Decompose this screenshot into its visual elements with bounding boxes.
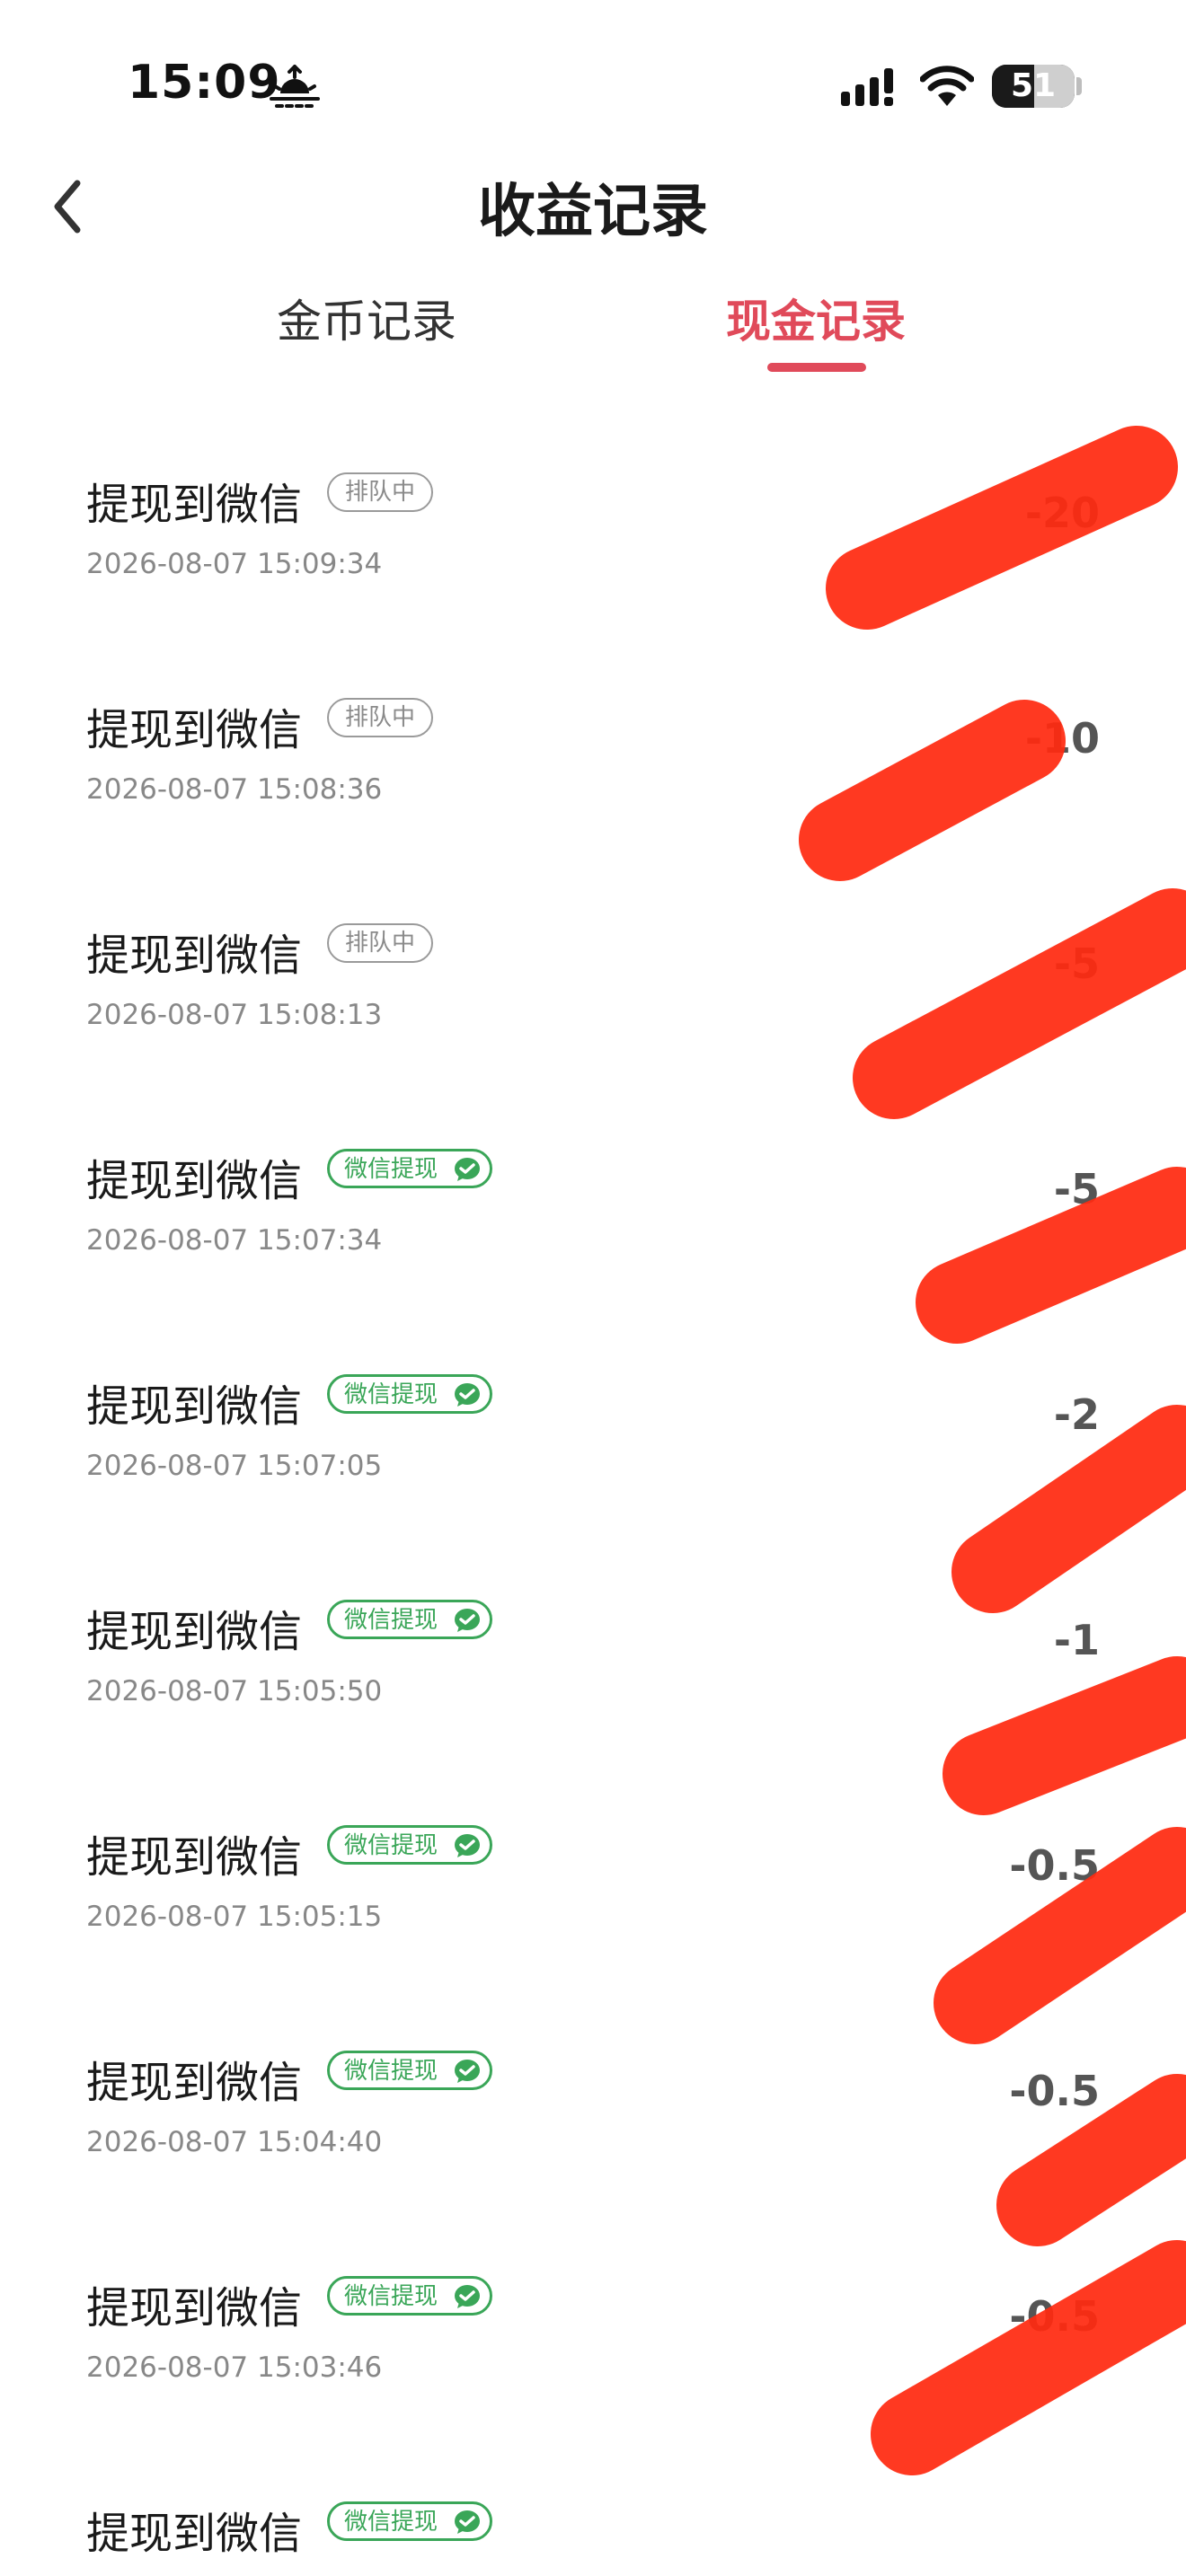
list-item[interactable]: 提现到微信 微信提现 2026-08-07 15:05:15 -0.5 bbox=[0, 1766, 1186, 1991]
status-time: 15:09 bbox=[128, 56, 281, 110]
status-badge-wechat: 微信提现 bbox=[327, 2051, 492, 2090]
record-timestamp: 2026-08-07 15:07:05 bbox=[86, 1450, 383, 1482]
list-item[interactable]: 提现到微信 微信提现 2026-08-07 15:07:34 -5 bbox=[0, 1090, 1186, 1315]
record-amount: -10 bbox=[1024, 714, 1100, 763]
tab-cash-records[interactable]: 现金记录 bbox=[672, 286, 960, 350]
status-badge-wechat: 微信提现 bbox=[327, 2501, 492, 2541]
battery-icon: 51 bbox=[992, 65, 1075, 108]
record-title: 提现到微信 bbox=[86, 2058, 303, 2108]
record-timestamp: 2026-08-07 15:05:50 bbox=[86, 1675, 383, 1707]
record-title: 提现到微信 bbox=[86, 2509, 303, 2559]
status-badge-queued: 排队中 bbox=[327, 472, 433, 512]
status-badge-wechat: 微信提现 bbox=[327, 2276, 492, 2316]
list-item[interactable]: 提现到微信 排队中 2026-08-07 15:09:34 -20 bbox=[0, 413, 1186, 639]
record-timestamp: 2026-08-07 15:03:46 bbox=[86, 2351, 383, 2384]
record-timestamp: 2026-08-07 15:09:34 bbox=[86, 548, 383, 580]
wechat-check-icon bbox=[455, 1158, 480, 1181]
page-title: 收益记录 bbox=[478, 179, 708, 245]
badge-label: 微信提现 bbox=[344, 1832, 438, 1859]
record-amount: -5 bbox=[1053, 1165, 1100, 1213]
record-list[interactable]: 提现到微信 排队中 2026-08-07 15:09:34 -20 提现到微信 排队中 20… bbox=[0, 413, 1186, 2576]
battery-level: 51 bbox=[1010, 67, 1057, 104]
status-badge-wechat: 微信提现 bbox=[327, 1149, 492, 1188]
record-title: 提现到微信 bbox=[86, 1156, 303, 1206]
status-bar: 15:09 51 bbox=[0, 0, 1186, 135]
list-item[interactable]: 提现到微信 微信提现 2026-08-07 15:03:46 -0.5 bbox=[0, 2217, 1186, 2442]
battery-cap bbox=[1076, 77, 1082, 95]
badge-label: 排队中 bbox=[344, 704, 415, 731]
record-timestamp: 2026-08-07 15:07:34 bbox=[86, 1224, 383, 1257]
record-title: 提现到微信 bbox=[86, 2283, 303, 2333]
record-amount: -1 bbox=[1053, 1616, 1100, 1664]
wechat-check-icon bbox=[455, 2285, 480, 2308]
status-badge-wechat: 微信提现 bbox=[327, 1374, 492, 1414]
record-title: 提现到微信 bbox=[86, 931, 303, 981]
active-tab-indicator bbox=[767, 363, 866, 372]
record-title: 提现到微信 bbox=[86, 1381, 303, 1432]
wechat-check-icon bbox=[455, 1834, 480, 1857]
record-title: 提现到微信 bbox=[86, 1832, 303, 1883]
list-item[interactable]: 提现到微信 微信提现 2026-08-07 15:07:05 -2 bbox=[0, 1315, 1186, 1540]
badge-label: 排队中 bbox=[344, 479, 415, 506]
badge-label: 微信提现 bbox=[344, 1607, 438, 1634]
list-item[interactable]: 提现到微信 排队中 2026-08-07 15:08:36 -10 bbox=[0, 639, 1186, 864]
record-title: 提现到微信 bbox=[86, 705, 303, 755]
badge-label: 微信提现 bbox=[344, 1156, 438, 1183]
record-title: 提现到微信 bbox=[86, 1607, 303, 1657]
record-timestamp: 2026-08-07 15:08:13 bbox=[86, 999, 383, 1031]
wechat-check-icon bbox=[455, 1609, 480, 1632]
list-item[interactable]: 提现到微信 微信提现 2026-08-07 15:05:50 -1 bbox=[0, 1540, 1186, 1766]
record-amount: -0.5 bbox=[1009, 2292, 1100, 2341]
wechat-check-icon bbox=[455, 2060, 480, 2083]
list-item[interactable]: 提现到微信 排队中 2026-08-07 15:08:13 -5 bbox=[0, 864, 1186, 1090]
status-badge-queued: 排队中 bbox=[327, 923, 433, 963]
record-amount: -2 bbox=[1053, 1390, 1100, 1439]
record-timestamp: 2026-08-07 15:04:40 bbox=[86, 2126, 383, 2158]
badge-label: 微信提现 bbox=[344, 2283, 438, 2310]
badge-label: 微信提现 bbox=[344, 2058, 438, 2085]
wechat-check-icon bbox=[455, 1383, 480, 1407]
record-amount: -20 bbox=[1024, 489, 1100, 537]
badge-label: 微信提现 bbox=[344, 2509, 438, 2536]
status-badge-queued: 排队中 bbox=[327, 698, 433, 737]
record-timestamp: 2026-08-07 15:08:36 bbox=[86, 773, 383, 806]
status-badge-wechat: 微信提现 bbox=[327, 1825, 492, 1865]
wechat-check-icon bbox=[455, 2510, 480, 2534]
record-amount: -0.5 bbox=[1009, 2067, 1100, 2115]
record-timestamp: 2026-08-07 15:05:15 bbox=[86, 1901, 383, 1933]
wifi-icon bbox=[920, 66, 974, 106]
list-item[interactable]: 提现到微信 微信提现 2026-08-07 15:04:40 -0.5 bbox=[0, 1991, 1186, 2217]
badge-label: 排队中 bbox=[344, 930, 415, 957]
badge-label: 微信提现 bbox=[344, 1381, 438, 1408]
sunrise-icon bbox=[270, 65, 320, 108]
record-title: 提现到微信 bbox=[86, 480, 303, 530]
list-item[interactable]: 提现到微信 微信提现 bbox=[0, 2442, 1186, 2576]
cellular-signal-icon bbox=[841, 68, 893, 106]
record-amount: -5 bbox=[1053, 940, 1100, 988]
record-amount: -0.5 bbox=[1009, 1841, 1100, 1890]
status-badge-wechat: 微信提现 bbox=[327, 1600, 492, 1639]
tab-coin-records[interactable]: 金币记录 bbox=[223, 286, 510, 350]
